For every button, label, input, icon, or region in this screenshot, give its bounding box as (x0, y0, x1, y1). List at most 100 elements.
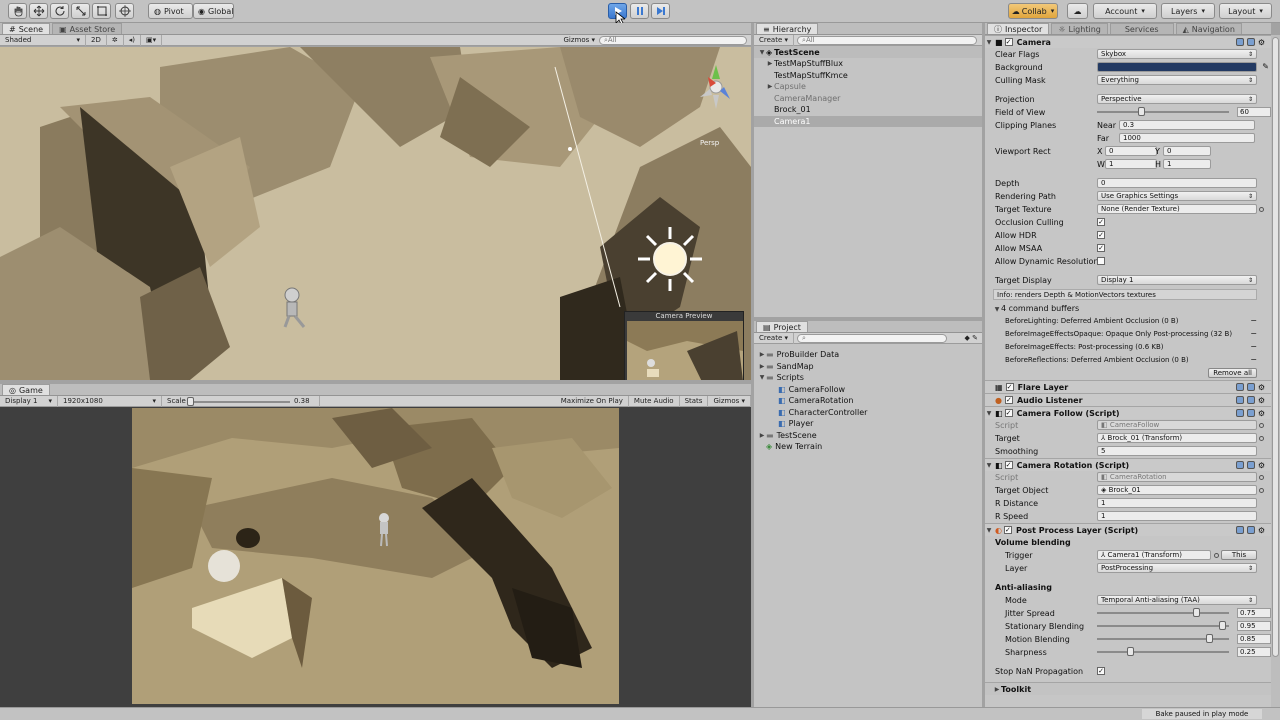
preset-icon[interactable] (1246, 396, 1255, 404)
collab-dropdown[interactable]: ☁ Collab (1008, 3, 1058, 19)
project-item[interactable]: ◧ Player (754, 418, 982, 430)
fov-slider-knob[interactable] (1137, 107, 1145, 116)
gear-icon[interactable]: ⚙ (1258, 526, 1265, 535)
project-item[interactable]: ◧ CameraFollow (754, 384, 982, 396)
rect-tool-button[interactable] (92, 3, 111, 19)
post-process-header[interactable]: ▼ ◐ ✓ Post Process Layer (Script) ⚙ (985, 523, 1271, 536)
preset-icon[interactable] (1246, 409, 1255, 417)
tab-services[interactable]: Services (1109, 23, 1174, 34)
hierarchy-item[interactable]: CameraManager (754, 93, 982, 105)
project-item[interactable]: ▶ ▬ SandMap (754, 361, 982, 373)
hierarchy-item[interactable]: Camera1 (754, 115, 982, 127)
motion-input[interactable]: 0.85 (1237, 634, 1271, 644)
lighting-toggle[interactable]: ✲ (107, 34, 124, 46)
hierarchy-create-dropdown[interactable]: Create ▾ (754, 34, 795, 46)
inspector-scrollbar[interactable] (1271, 35, 1280, 707)
allow-dynamic-resolution-checkbox[interactable] (1097, 257, 1105, 265)
stationary-input[interactable]: 0.95 (1237, 621, 1271, 631)
project-create-dropdown[interactable]: Create ▾ (754, 332, 795, 344)
filter-icons[interactable]: ◆ ✎ (965, 334, 983, 342)
help-icon[interactable] (1235, 409, 1244, 417)
layers-dropdown[interactable]: Layers (1161, 3, 1215, 19)
gear-icon[interactable]: ⚙ (1258, 461, 1265, 470)
cloud-button[interactable]: ☁ (1067, 3, 1088, 19)
tab-scene[interactable]: # Scene (2, 23, 51, 34)
help-icon[interactable] (1235, 38, 1244, 46)
object-picker-icon[interactable] (1259, 488, 1264, 493)
remove-all-button[interactable]: Remove all (1208, 368, 1257, 378)
game-viewport[interactable] (132, 408, 619, 704)
tab-game[interactable]: ◎ Game (2, 384, 50, 395)
layout-dropdown[interactable]: Layout (1219, 3, 1272, 19)
help-icon[interactable] (1235, 526, 1244, 534)
preset-icon[interactable] (1246, 38, 1255, 46)
background-color-field[interactable] (1097, 62, 1257, 72)
scene-viewport[interactable]: Persp Camera Preview (0, 47, 751, 380)
viewport-w-input[interactable]: 1 (1105, 159, 1157, 169)
camera-rotation-header[interactable]: ▼ ◧ ✓ Camera Rotation (Script) ⚙ (985, 458, 1271, 471)
command-buffers-row[interactable]: ▼ 4 command buffers (985, 302, 1271, 315)
projection-dropdown[interactable]: Perspective (1097, 94, 1257, 104)
scene-search-input[interactable]: ⌕ All (599, 35, 747, 45)
resolution-dropdown[interactable]: 1920x1080 ▾ (58, 395, 162, 407)
post-process-enabled-checkbox[interactable]: ✓ (1003, 526, 1012, 534)
hierarchy-item[interactable]: ▶ Capsule (754, 81, 982, 93)
smoothing-input[interactable]: 5 (1097, 446, 1257, 456)
motion-slider[interactable] (1097, 634, 1229, 643)
project-item[interactable]: ◧ CameraRotation (754, 395, 982, 407)
inspector-scroll-thumb[interactable] (1272, 37, 1279, 657)
cr-target-field[interactable]: ◈ Brock_01 (1097, 485, 1257, 495)
viewport-x-input[interactable]: 0 (1105, 146, 1157, 156)
step-button[interactable] (651, 3, 670, 19)
near-input[interactable]: 0.3 (1119, 120, 1255, 130)
clear-flags-dropdown[interactable]: Skybox (1097, 49, 1257, 59)
pp-trigger-field[interactable]: ⅄ Camera1 (Transform) (1097, 550, 1211, 560)
preset-icon[interactable] (1246, 461, 1255, 469)
jitter-slider-knob[interactable] (1193, 608, 1200, 617)
viewport-y-input[interactable]: 0 (1163, 146, 1211, 156)
tab-project[interactable]: ▤ Project (756, 321, 808, 332)
remove-buffer-icon[interactable]: − (1250, 355, 1257, 364)
target-texture-field[interactable]: None (Render Texture) (1097, 204, 1257, 214)
project-item[interactable]: ▶ ▬ TestScene (754, 430, 982, 442)
flare-enabled-checkbox[interactable]: ✓ (1005, 383, 1014, 391)
object-picker-icon[interactable] (1214, 553, 1219, 558)
tab-asset-store[interactable]: ▣ Asset Store (52, 23, 123, 34)
pause-button[interactable] (630, 3, 649, 19)
jitter-slider[interactable] (1097, 608, 1229, 617)
motion-slider-knob[interactable] (1206, 634, 1214, 643)
object-picker-icon[interactable] (1259, 207, 1264, 212)
tab-lighting[interactable]: ☼ Lighting (1051, 23, 1108, 34)
jitter-input[interactable]: 0.75 (1237, 608, 1271, 618)
project-item[interactable]: ◈ New Terrain (754, 441, 982, 453)
sharpness-input[interactable]: 0.25 (1237, 647, 1271, 657)
gear-icon[interactable]: ⚙ (1258, 409, 1265, 418)
depth-input[interactable]: 0 (1097, 178, 1257, 188)
rotate-tool-button[interactable] (50, 3, 69, 19)
far-input[interactable]: 1000 (1119, 133, 1255, 143)
tab-inspector[interactable]: ⓘ Inspector (987, 23, 1050, 34)
camera-enabled-checkbox[interactable]: ✓ (1004, 38, 1013, 46)
rendering-path-dropdown[interactable]: Use Graphics Settings (1097, 191, 1257, 201)
target-display-dropdown[interactable]: Display 1 (1097, 275, 1257, 285)
shading-mode-dropdown[interactable]: Shaded ▾ (0, 34, 86, 46)
global-toggle[interactable]: ◉ Global (193, 3, 234, 19)
preset-icon[interactable] (1246, 526, 1255, 534)
project-item[interactable]: ◧ CharacterController (754, 407, 982, 419)
camera-component-header[interactable]: ▼ ■ ✓ Camera ⚙ (985, 35, 1271, 48)
camera-rotation-enabled-checkbox[interactable]: ✓ (1004, 461, 1013, 469)
stop-nan-checkbox[interactable]: ✓ (1097, 667, 1105, 675)
sharpness-slider[interactable] (1097, 647, 1229, 656)
gear-icon[interactable]: ⚙ (1258, 38, 1265, 47)
preset-icon[interactable] (1246, 383, 1255, 391)
help-icon[interactable] (1235, 396, 1244, 404)
move-tool-button[interactable] (29, 3, 48, 19)
scale-slider[interactable]: Scale 0.38 (162, 395, 320, 407)
projection-label[interactable]: Persp (700, 139, 719, 147)
tab-hierarchy[interactable]: ≡ Hierarchy (756, 23, 819, 34)
cf-target-field[interactable]: ⅄ Brock_01 (Transform) (1097, 433, 1257, 443)
remove-buffer-icon[interactable]: − (1250, 342, 1257, 351)
pivot-toggle[interactable]: ◍ Pivot (148, 3, 193, 19)
effects-dropdown[interactable]: ▣▾ (141, 34, 163, 46)
expand-arrow-icon[interactable]: ▶ (766, 83, 774, 90)
